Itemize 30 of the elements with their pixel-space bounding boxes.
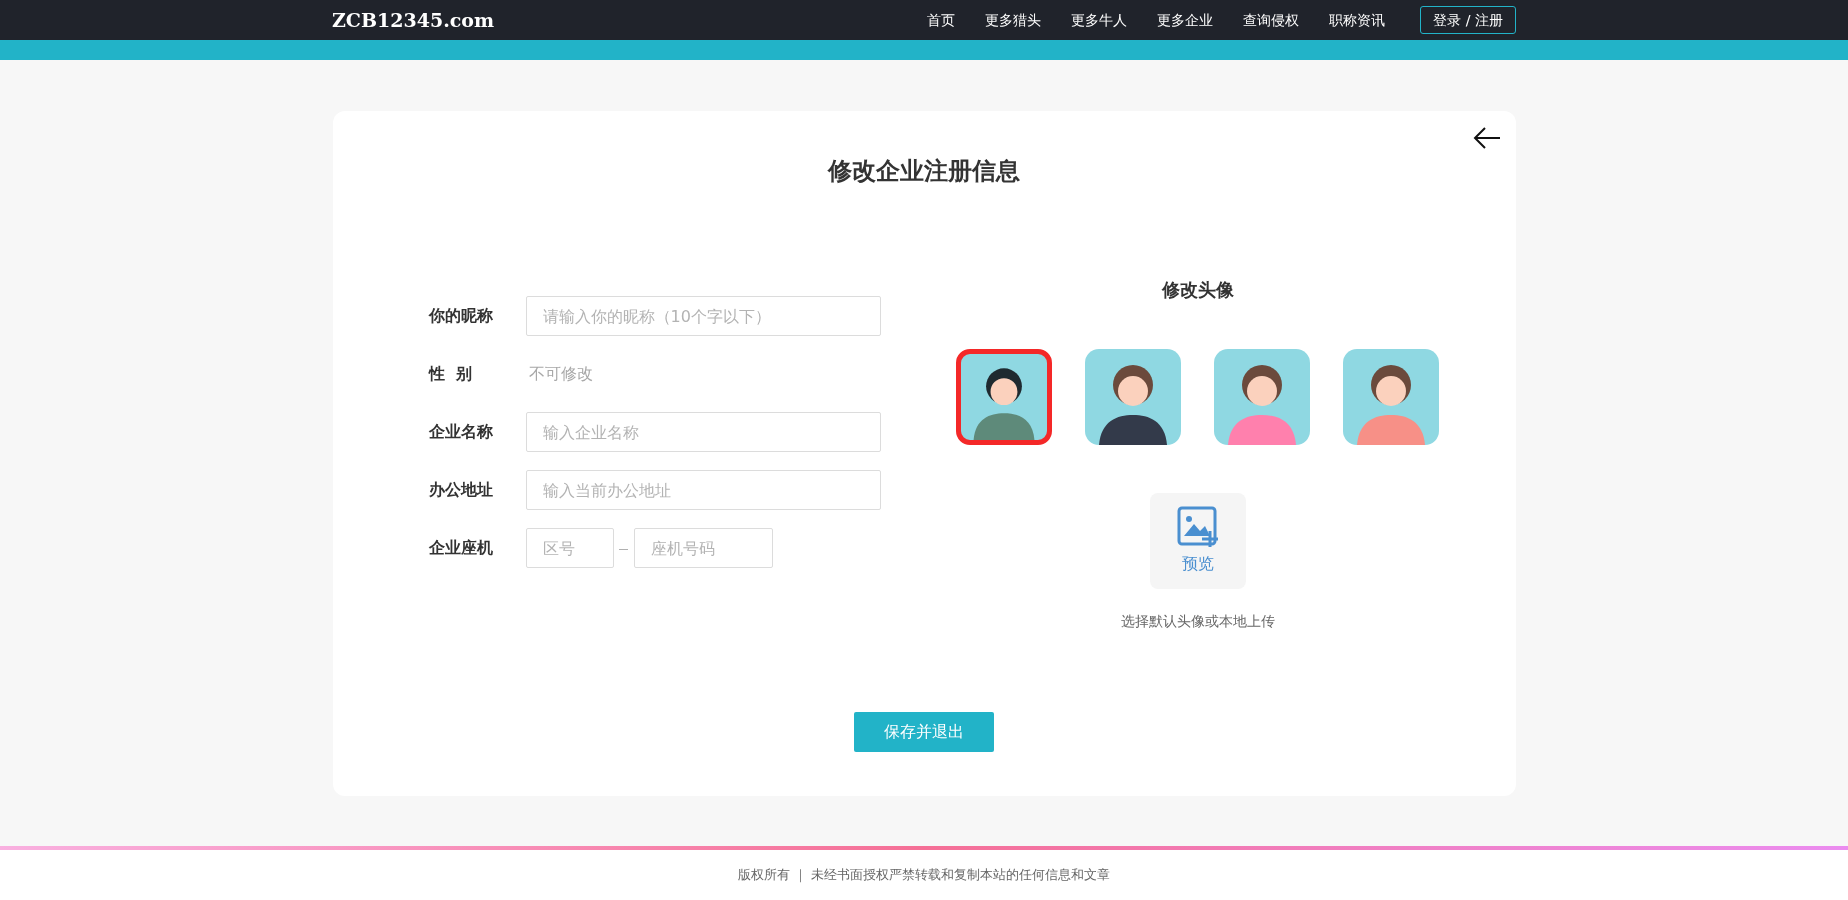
area-code-input[interactable]: 区号 xyxy=(525,528,614,568)
nav-link[interactable]: 更多企业 xyxy=(1157,9,1214,31)
avatar-hint: 选择默认头像或本地上传 xyxy=(1120,612,1275,631)
field-label: 企业座机 xyxy=(428,537,494,559)
text-input[interactable]: 请输入你的昵称（10个字以下） xyxy=(525,296,881,336)
avatar-option[interactable] xyxy=(1214,349,1310,445)
avatar-section-title: 修改头像 xyxy=(1161,278,1234,302)
phone-number-input[interactable]: 座机号码 xyxy=(633,528,773,568)
avatar-option[interactable] xyxy=(1085,349,1181,445)
footer-text: 版权所有 ｜ 未经书面授权严禁转载和复制本站的任何信息和文章 xyxy=(737,866,1111,885)
avatar-option[interactable] xyxy=(1343,349,1439,445)
separator: — xyxy=(617,541,630,556)
nav-link[interactable]: 职称资讯 xyxy=(1329,9,1386,31)
avatar-option[interactable] xyxy=(956,349,1052,445)
site-logo[interactable]: ZCB12345.com xyxy=(332,5,495,35)
field-label: 办公地址 xyxy=(428,479,494,501)
back-arrow-icon[interactable] xyxy=(1472,126,1501,150)
nav-link[interactable]: 更多猎头 xyxy=(985,9,1042,31)
nav-link[interactable]: 首页 xyxy=(927,9,956,31)
field-label: 企业名称 xyxy=(428,421,494,443)
field-label: 性 别 xyxy=(428,363,473,385)
page-title: 修改企业注册信息 xyxy=(828,156,1020,187)
text-input[interactable]: 输入当前办公地址 xyxy=(525,470,881,510)
gender-value: 不可修改 xyxy=(527,363,593,385)
field-label: 你的昵称 xyxy=(428,305,494,327)
nav-link[interactable]: 查询侵权 xyxy=(1243,9,1300,31)
login-button[interactable]: 登录 / 注册 xyxy=(1420,6,1516,34)
add-image-icon xyxy=(1176,506,1219,548)
nav-link[interactable]: 更多牛人 xyxy=(1071,9,1128,31)
text-input[interactable]: 输入企业名称 xyxy=(525,412,881,452)
